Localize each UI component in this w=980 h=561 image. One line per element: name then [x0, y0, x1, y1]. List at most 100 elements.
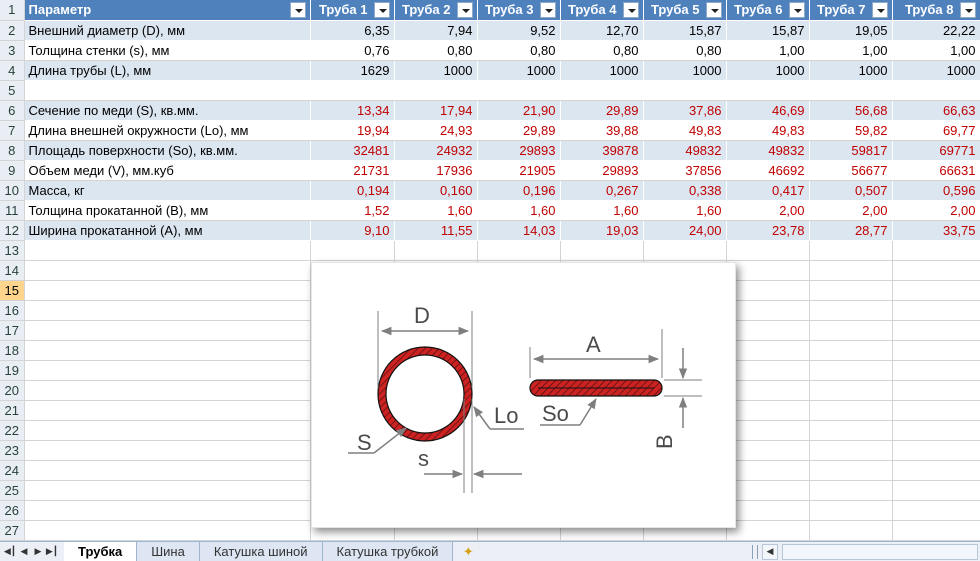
value-cell[interactable]: 0,267	[560, 180, 643, 201]
value-cell[interactable]: 29893	[560, 160, 643, 181]
filter-dropdown-icon[interactable]	[373, 1, 390, 18]
empty-cell[interactable]	[809, 500, 893, 521]
value-cell[interactable]: 49,83	[726, 120, 809, 141]
row-header[interactable]: 25	[0, 480, 25, 501]
value-cell[interactable]: 28,77	[809, 220, 892, 241]
row-header[interactable]: 2	[0, 20, 25, 41]
row-header[interactable]: 21	[0, 400, 25, 421]
value-cell[interactable]: 1000	[560, 60, 643, 81]
value-cell[interactable]: 1000	[477, 60, 560, 81]
new-sheet-icon[interactable]: ✦	[453, 542, 483, 561]
param-label-cell[interactable]: Ширина прокатанной (А), мм	[24, 220, 310, 241]
empty-cell[interactable]	[809, 340, 893, 361]
param-label-cell[interactable]: Масса, кг	[24, 180, 310, 201]
value-cell[interactable]: 59817	[809, 140, 892, 161]
filter-dropdown-icon[interactable]	[959, 1, 976, 18]
param-label-cell[interactable]: Объем меди (V), мм.куб	[24, 160, 310, 181]
empty-cell[interactable]	[809, 440, 893, 461]
tab-splitter-handle[interactable]	[752, 544, 758, 559]
empty-cell[interactable]	[726, 380, 810, 401]
empty-cell[interactable]	[809, 320, 893, 341]
value-cell[interactable]: 2,00	[809, 200, 892, 221]
filter-dropdown-icon[interactable]	[289, 1, 306, 18]
row-header[interactable]: 18	[0, 340, 25, 361]
empty-cell[interactable]	[892, 240, 980, 261]
value-cell[interactable]: 33,75	[892, 220, 980, 241]
value-cell[interactable]: 0,596	[892, 180, 980, 201]
value-cell[interactable]: 69771	[892, 140, 980, 161]
row-header[interactable]: 27	[0, 520, 25, 541]
empty-cell[interactable]	[24, 520, 311, 541]
row-header[interactable]: 4	[0, 60, 25, 81]
empty-cell[interactable]	[643, 240, 727, 261]
empty-cell[interactable]	[809, 520, 893, 541]
value-cell[interactable]: 9,10	[310, 220, 394, 241]
param-label-cell[interactable]	[24, 80, 310, 101]
value-cell[interactable]: 21905	[477, 160, 560, 181]
value-cell[interactable]: 19,94	[310, 120, 394, 141]
value-cell[interactable]: 19,03	[560, 220, 643, 241]
empty-cell[interactable]	[809, 460, 893, 481]
value-cell[interactable]: 56,68	[809, 100, 892, 121]
first-sheet-icon[interactable]: ◀┃	[4, 545, 16, 559]
row-header[interactable]: 20	[0, 380, 25, 401]
value-cell[interactable]: 24,00	[643, 220, 726, 241]
column-header-tube[interactable]: Труба 1	[310, 0, 394, 21]
value-cell[interactable]: 13,34	[310, 100, 394, 121]
value-cell[interactable]: 6,35	[310, 20, 394, 41]
param-label-cell[interactable]: Толщина стенки (s), мм	[24, 40, 310, 61]
empty-cell[interactable]	[726, 420, 810, 441]
row-header[interactable]: 14	[0, 260, 25, 281]
empty-cell[interactable]	[726, 480, 810, 501]
tube-diagram[interactable]: D s S Lo A So B	[311, 262, 736, 528]
empty-cell[interactable]	[24, 360, 311, 381]
value-cell[interactable]: 69,77	[892, 120, 980, 141]
empty-cell[interactable]	[809, 240, 893, 261]
param-label-cell[interactable]: Внешний диаметр (D), мм	[24, 20, 310, 41]
empty-cell[interactable]	[560, 240, 644, 261]
empty-cell[interactable]	[24, 480, 311, 501]
value-cell[interactable]: 0,196	[477, 180, 560, 201]
value-cell[interactable]: 15,87	[643, 20, 726, 41]
column-header-tube[interactable]: Труба 5	[643, 0, 726, 21]
row-header[interactable]: 1	[0, 0, 25, 21]
row-header[interactable]: 26	[0, 500, 25, 521]
empty-cell[interactable]	[892, 320, 980, 341]
value-cell[interactable]: 9,52	[477, 20, 560, 41]
value-cell[interactable]: 32481	[310, 140, 394, 161]
empty-cell[interactable]	[892, 480, 980, 501]
value-cell[interactable]: 24932	[394, 140, 477, 161]
value-cell[interactable]: 66,63	[892, 100, 980, 121]
value-cell[interactable]: 0,80	[560, 40, 643, 61]
value-cell[interactable]: 15,87	[726, 20, 809, 41]
value-cell[interactable]: 1,60	[477, 200, 560, 221]
row-header[interactable]: 24	[0, 460, 25, 481]
filter-dropdown-icon[interactable]	[705, 1, 722, 18]
empty-cell[interactable]	[726, 300, 810, 321]
column-header-tube[interactable]: Труба 7	[809, 0, 892, 21]
empty-cell[interactable]	[24, 380, 311, 401]
empty-cell[interactable]	[892, 340, 980, 361]
row-header[interactable]: 11	[0, 200, 25, 221]
param-label-cell[interactable]: Сечение по меди (S), кв.мм.	[24, 100, 310, 121]
empty-cell[interactable]	[726, 440, 810, 461]
spreadsheet-grid[interactable]: 1 Параметр Труба 1 Труба 2 Труба 3 Труба 4 Тру…	[0, 0, 980, 541]
sheet-tab[interactable]: Шина	[137, 542, 200, 561]
empty-cell[interactable]	[892, 260, 980, 281]
value-cell[interactable]: 1629	[310, 60, 394, 81]
empty-cell[interactable]	[394, 240, 478, 261]
value-cell[interactable]	[477, 80, 560, 101]
next-sheet-icon[interactable]: ▶	[32, 545, 44, 559]
row-header[interactable]: 8	[0, 140, 25, 161]
value-cell[interactable]: 1,60	[394, 200, 477, 221]
value-cell[interactable]: 1000	[643, 60, 726, 81]
column-header-tube[interactable]: Труба 3	[477, 0, 560, 21]
empty-cell[interactable]	[892, 460, 980, 481]
sheet-tab[interactable]: Трубка	[64, 542, 138, 561]
value-cell[interactable]: 14,03	[477, 220, 560, 241]
value-cell[interactable]: 39,88	[560, 120, 643, 141]
value-cell[interactable]: 19,05	[809, 20, 892, 41]
value-cell[interactable]: 0,160	[394, 180, 477, 201]
column-header-tube[interactable]: Труба 6	[726, 0, 809, 21]
empty-cell[interactable]	[726, 520, 810, 541]
